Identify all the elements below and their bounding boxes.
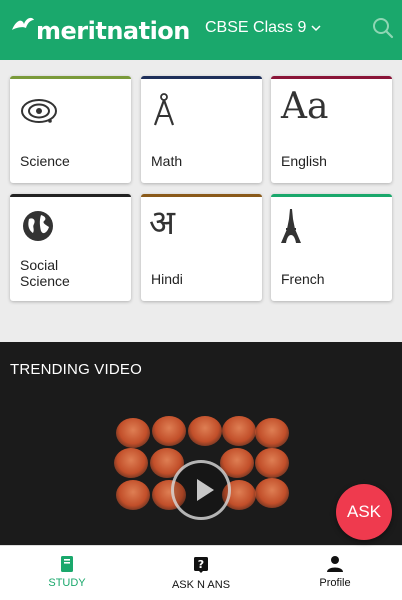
subject-card-english[interactable]: Aa English	[271, 76, 392, 183]
svg-text:?: ?	[198, 558, 204, 571]
subject-label: English	[281, 153, 327, 169]
thumbnail-blob	[222, 416, 256, 446]
thumbnail-blob	[114, 448, 148, 478]
nav-label: Profile	[319, 577, 351, 589]
nav-label: STUDY	[48, 577, 86, 589]
person-icon	[327, 556, 343, 572]
subject-card-math[interactable]: Math	[141, 76, 262, 183]
subject-label: Social Science	[20, 257, 70, 289]
play-icon[interactable]	[171, 460, 231, 520]
question-icon: ?	[194, 557, 208, 573]
nav-label: ASK N ANS	[171, 579, 231, 591]
thumbnail-blob	[255, 418, 289, 448]
aa-letters-icon: Aa	[281, 86, 329, 127]
chevron-down-icon	[311, 25, 321, 32]
subject-grid: Science Math Aa English Social Science अ…	[0, 60, 402, 342]
app-header: meritnation CBSE Class 9	[0, 0, 402, 60]
subject-label: Math	[151, 153, 183, 169]
ask-button[interactable]: ASK	[336, 484, 392, 540]
nav-item-profile[interactable]: Profile	[268, 546, 402, 600]
subject-label: French	[281, 271, 325, 287]
thumbnail-blob	[116, 480, 150, 510]
class-label: CBSE Class 9	[205, 19, 307, 36]
meritnation-logo[interactable]: meritnation	[10, 10, 190, 46]
nav-item-study[interactable]: STUDY	[0, 546, 134, 600]
eiffel-tower-icon	[281, 209, 301, 243]
subject-card-french[interactable]: French	[271, 194, 392, 301]
atom-icon	[21, 99, 57, 123]
thumbnail-blob	[255, 478, 289, 508]
subject-card-hindi[interactable]: अ Hindi	[141, 194, 262, 301]
subject-label: Science	[20, 153, 70, 169]
bottom-nav: STUDY ? ASK N ANS Profile	[0, 545, 402, 600]
thumbnail-blob	[188, 416, 222, 446]
trending-video-title: TRENDING VIDEO	[10, 361, 142, 378]
book-icon	[61, 556, 73, 572]
subject-card-social-science[interactable]: Social Science	[10, 194, 131, 301]
thumbnail-blob	[116, 418, 150, 448]
compass-icon	[153, 93, 175, 126]
subject-label: Hindi	[151, 271, 183, 287]
class-selector[interactable]: CBSE Class 9	[205, 19, 322, 37]
globe-icon	[23, 211, 53, 241]
search-icon[interactable]	[372, 17, 394, 39]
hindi-letter-icon: अ	[149, 203, 175, 243]
logo-text: meritnation	[36, 17, 190, 45]
thumbnail-blob	[255, 448, 289, 478]
nav-item-ask-n-ans[interactable]: ? ASK N ANS	[134, 546, 268, 600]
bird-logo-icon	[12, 17, 34, 30]
subject-card-science[interactable]: Science	[10, 76, 131, 183]
thumbnail-blob	[152, 416, 186, 446]
